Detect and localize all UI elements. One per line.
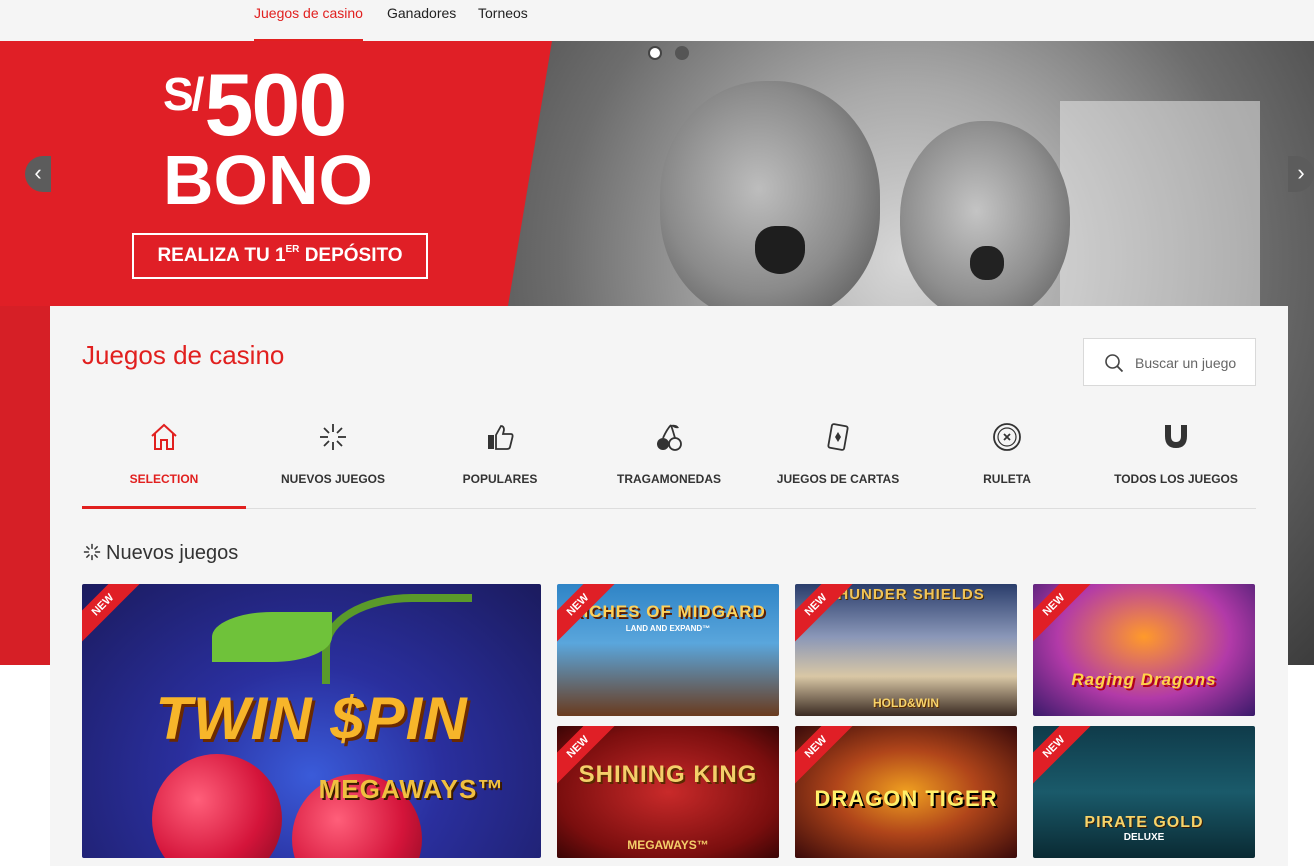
tab-ganadores[interactable]: Ganadores — [387, 0, 456, 41]
game-tile-twin-spin[interactable]: TWIN $PIN MEGAWAYS™ NEW — [82, 584, 541, 858]
promo-amount: S/500 — [163, 61, 347, 149]
section-title: Nuevos juegos — [106, 542, 239, 564]
game-subtitle: DELUXE — [1123, 832, 1165, 843]
cherries-icon — [657, 424, 682, 451]
category-todos-los-juegos[interactable]: TODOS LOS JUEGOS — [1094, 406, 1258, 509]
slide-dot-2[interactable] — [675, 46, 689, 60]
top-nav: Juegos de casino Ganadores Torneos — [0, 0, 1314, 41]
magnet-icon — [1165, 425, 1187, 448]
category-label: TODOS LOS JUEGOS — [1114, 472, 1238, 486]
game-subtitle: HOLD&WIN — [873, 696, 939, 710]
sparkle-icon — [83, 543, 101, 561]
game-subtitle: MEGAWAYS™ — [318, 774, 505, 804]
game-title: Raging Dragons — [1071, 670, 1217, 689]
new-badge: NEW — [1033, 726, 1094, 787]
chevron-left-icon: ‹ — [34, 160, 42, 185]
roulette-icon — [993, 423, 1021, 451]
cards-icon — [827, 423, 849, 451]
category-label: JUEGOS DE CARTAS — [776, 472, 900, 486]
category-selection[interactable]: SELECTION — [82, 406, 246, 509]
home-icon — [151, 423, 177, 450]
slide-dot-1[interactable] — [648, 46, 662, 60]
deposit-label: REALIZA TU 1 — [157, 245, 286, 266]
search-placeholder: Buscar un juego — [1135, 355, 1237, 371]
search-icon — [1105, 354, 1124, 373]
game-title: PIRATE GOLD — [1084, 814, 1204, 831]
game-title: DRAGON TIGER — [814, 786, 998, 811]
deposit-label-sup: ER — [285, 244, 300, 255]
tab-juegos-de-casino[interactable]: Juegos de casino — [254, 0, 363, 41]
deposit-label-end: DEPÓSITO — [299, 245, 403, 266]
sparkle-icon — [320, 424, 346, 450]
section-heading: Nuevos juegos — [82, 542, 238, 565]
deposit-button[interactable]: REALIZA TU 1ER DEPÓSITO — [132, 233, 428, 279]
game-subtitle: LAND AND EXPAND™ — [625, 624, 711, 633]
new-badge: NEW — [1033, 584, 1094, 645]
promo-value: 500 — [204, 55, 347, 154]
game-tile-riches-of-midgard[interactable]: RICHES OF MIDGARD LAND AND EXPAND™ NEW — [557, 584, 779, 716]
category-nuevos-juegos[interactable]: NUEVOS JUEGOS — [251, 406, 415, 509]
chevron-right-icon: › — [1297, 160, 1305, 185]
game-tile-thunder-shields[interactable]: THUNDER SHIELDS HOLD&WIN NEW — [795, 584, 1017, 716]
category-label: RULETA — [983, 472, 1031, 486]
thumbs-up-icon — [488, 425, 514, 450]
promo-word: BONO — [163, 141, 373, 219]
category-label: POPULARES — [462, 472, 538, 486]
category-ruleta[interactable]: RULETA — [925, 406, 1089, 509]
game-tile-shining-king[interactable]: SHINING KING MEGAWAYS™ NEW — [557, 726, 779, 858]
page-title: Juegos de casino — [82, 340, 285, 370]
new-badge: NEW — [82, 584, 143, 645]
game-title: SHINING KING — [578, 761, 758, 788]
game-title: TWIN $PIN — [155, 685, 468, 752]
game-tile-raging-dragons[interactable]: Raging Dragons NEW — [1033, 584, 1255, 716]
search-input[interactable]: Buscar un juego — [1083, 338, 1256, 386]
category-populares[interactable]: POPULARES — [418, 406, 582, 509]
category-label: SELECTION — [129, 472, 199, 486]
tab-torneos[interactable]: Torneos — [478, 0, 528, 41]
category-tragamonedas[interactable]: TRAGAMONEDAS — [587, 406, 751, 509]
category-juegos-de-cartas[interactable]: JUEGOS DE CARTAS — [756, 406, 920, 509]
game-tile-pirate-gold[interactable]: PIRATE GOLD DELUXE NEW — [1033, 726, 1255, 858]
category-label: TRAGAMONEDAS — [617, 472, 721, 486]
game-subtitle: MEGAWAYS™ — [627, 838, 709, 852]
category-tabs: SELECTION NUEVOS JUEGOS POPULARES TRAGAM… — [82, 406, 1256, 509]
promo-currency: S/ — [163, 68, 204, 120]
game-tile-dragon-tiger[interactable]: DRAGON TIGER NEW — [795, 726, 1017, 858]
new-badge: NEW — [795, 726, 856, 787]
category-label: NUEVOS JUEGOS — [280, 472, 386, 486]
